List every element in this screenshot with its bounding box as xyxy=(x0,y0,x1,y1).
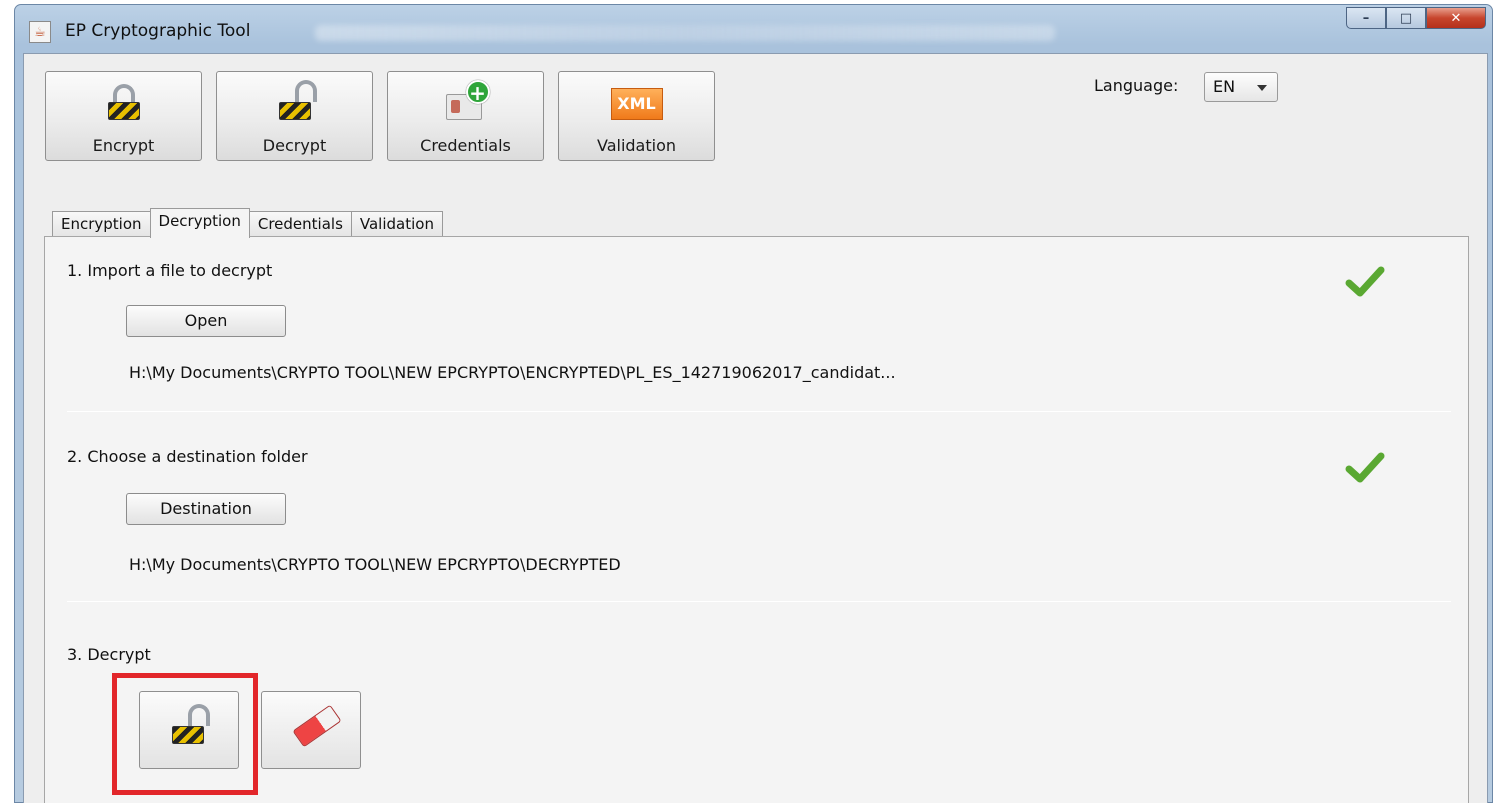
tab-validation[interactable]: Validation xyxy=(350,211,443,237)
credential-add-icon: + xyxy=(436,80,496,124)
credentials-toolbar-button[interactable]: + Credentials xyxy=(387,71,544,161)
credentials-label: Credentials xyxy=(420,136,511,155)
open-button[interactable]: Open xyxy=(126,305,286,337)
validation-label: Validation xyxy=(596,136,676,155)
language-select[interactable]: EN xyxy=(1204,72,1278,102)
decryption-panel: 1. Import a file to decrypt Open H:\My D… xyxy=(44,236,1469,803)
lock-open-icon xyxy=(265,80,325,124)
check-icon xyxy=(1345,266,1385,297)
main-content: Encrypt Decrypt + Credentials XML Valida… xyxy=(23,53,1488,803)
window-controls: – □ ✕ xyxy=(1346,7,1486,29)
tab-encryption[interactable]: Encryption xyxy=(52,211,151,237)
encrypt-label: Encrypt xyxy=(92,136,155,155)
section-divider xyxy=(67,601,1451,602)
language-label: Language: xyxy=(1094,76,1179,95)
chevron-down-icon xyxy=(1257,85,1267,91)
tab-decryption[interactable]: Decryption xyxy=(149,208,250,238)
source-file-path: H:\My Documents\CRYPTO TOOL\NEW EPCRYPTO… xyxy=(129,363,896,382)
encrypt-toolbar-button[interactable]: Encrypt xyxy=(45,71,202,161)
java-app-icon: ☕ xyxy=(29,21,51,43)
xml-icon: XML xyxy=(607,80,667,124)
step3-title: 3. Decrypt xyxy=(67,645,151,664)
title-bar: ☕ EP Cryptographic Tool – □ ✕ xyxy=(15,5,1492,53)
clear-button[interactable] xyxy=(261,691,361,769)
destination-button[interactable]: Destination xyxy=(126,493,286,525)
app-window: ☕ EP Cryptographic Tool – □ ✕ Encrypt De… xyxy=(14,4,1493,803)
tab-bar: Encryption Decryption Credentials Valida… xyxy=(52,208,443,238)
minimize-button[interactable]: – xyxy=(1346,7,1386,29)
validation-toolbar-button[interactable]: XML Validation xyxy=(558,71,715,161)
eraser-icon xyxy=(292,704,342,748)
lock-closed-icon xyxy=(94,80,154,124)
close-button[interactable]: ✕ xyxy=(1426,7,1486,29)
step2-title: 2. Choose a destination folder xyxy=(67,447,308,466)
decrypt-label: Decrypt xyxy=(262,136,327,155)
tab-credentials[interactable]: Credentials xyxy=(248,211,352,237)
check-icon xyxy=(1345,452,1385,483)
decrypt-toolbar-button[interactable]: Decrypt xyxy=(216,71,373,161)
blurred-title-path xyxy=(315,25,1055,41)
destination-folder-path: H:\My Documents\CRYPTO TOOL\NEW EPCRYPTO… xyxy=(129,555,621,574)
maximize-button[interactable]: □ xyxy=(1386,7,1426,29)
highlight-annotation xyxy=(112,673,258,795)
language-selected-value: EN xyxy=(1213,77,1236,96)
xml-badge-text: XML xyxy=(610,88,663,120)
window-title: EP Cryptographic Tool xyxy=(65,21,251,41)
step1-title: 1. Import a file to decrypt xyxy=(67,261,273,280)
section-divider xyxy=(67,411,1451,412)
